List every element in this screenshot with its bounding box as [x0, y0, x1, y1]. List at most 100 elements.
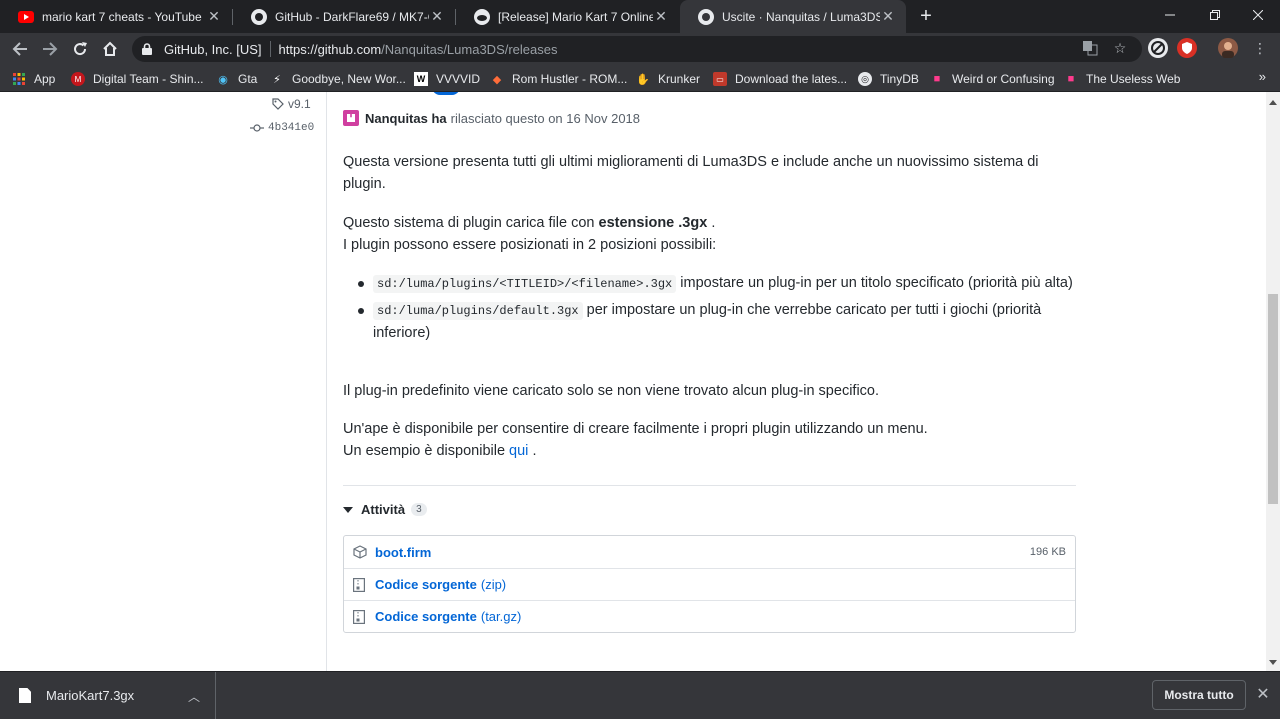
- asset-ext[interactable]: (zip): [481, 577, 506, 592]
- p2-bold: estensione .3gx: [598, 215, 708, 231]
- marvel-icon: M: [71, 72, 85, 86]
- bookmark-star-icon[interactable]: ☆: [1110, 38, 1130, 58]
- bookmark-label: Digital Team - Shin...: [93, 72, 204, 86]
- bookmark-icon: ◉: [218, 73, 228, 86]
- tab-github-mk7[interactable]: GitHub - DarkFlare69 / MK7-Onli ✕: [233, 0, 455, 33]
- asset-row[interactable]: boot.firm 196 KB: [344, 536, 1075, 568]
- shield-extension-icon[interactable]: [1177, 38, 1197, 58]
- asset-row[interactable]: Codice sorgente (tar.gz): [344, 600, 1075, 632]
- scroll-down-icon[interactable]: [1269, 660, 1277, 665]
- bookmarks-overflow-icon[interactable]: »: [1259, 69, 1266, 84]
- author-name[interactable]: Nanquitas ha: [365, 111, 447, 126]
- bookmark-label: Weird or Confusing: [952, 72, 1055, 86]
- bookmark-label: The Useless Web: [1086, 72, 1181, 86]
- p4-after: .: [532, 443, 537, 459]
- bookmark-apps[interactable]: App: [12, 69, 55, 89]
- list-item: sd:/luma/plugins/default.3gx per imposta…: [358, 299, 1073, 344]
- menu-kebab-icon[interactable]: ⋮: [1250, 38, 1270, 58]
- scroll-up-icon[interactable]: [1269, 100, 1277, 105]
- tab-close-icon[interactable]: ✕: [880, 8, 896, 25]
- author-avatar[interactable]: [343, 110, 359, 126]
- back-arrow-icon: [12, 42, 27, 56]
- assets-title: Attività: [361, 502, 406, 517]
- asset-link[interactable]: boot.firm: [375, 545, 431, 560]
- download-item[interactable]: MarioKart7.3gx ︿: [0, 672, 216, 719]
- tab-reddit-release[interactable]: [Release] Mario Kart 7 Online NTR ✕: [456, 0, 679, 33]
- github-icon: [698, 8, 714, 25]
- forward-arrow-icon: [43, 42, 58, 56]
- show-all-downloads-button[interactable]: Mostra tutto: [1152, 680, 1246, 710]
- blocker-extension-icon[interactable]: [1148, 38, 1168, 58]
- bookmark-useless-web[interactable]: ■ The Useless Web: [1064, 69, 1181, 89]
- asset-link[interactable]: Codice sorgente: [375, 609, 477, 624]
- release-notes-p4: Un'ape è disponibile per consentire di c…: [343, 418, 1073, 462]
- home-icon: [103, 41, 117, 56]
- example-link[interactable]: qui: [509, 443, 528, 459]
- release-author-line: Nanquitas ha rilasciato questo on 16 Nov…: [343, 110, 640, 126]
- bookmark-weird[interactable]: ■ Weird or Confusing: [930, 69, 1055, 89]
- tab-youtube[interactable]: mario kart 7 cheats - YouTube ✕: [0, 0, 232, 33]
- tab-close-icon[interactable]: ✕: [429, 8, 445, 25]
- download-shelf: MarioKart7.3gx ︿ Mostra tutto ✕: [0, 671, 1280, 719]
- reload-button[interactable]: [67, 36, 93, 62]
- apps-grid-icon: [12, 72, 26, 86]
- address-bar[interactable]: GitHub, Inc. [US] https://github.com/Nan…: [132, 36, 1142, 62]
- page-scrollbar[interactable]: [1266, 92, 1280, 671]
- bookmark-icon: ■: [1067, 73, 1075, 85]
- restore-icon: [1210, 10, 1220, 20]
- release-commit[interactable]: 4b341e0: [250, 122, 314, 134]
- lock-icon[interactable]: [142, 42, 156, 56]
- back-button[interactable]: [7, 36, 33, 62]
- tab-github-releases[interactable]: Uscite · Nanquitas / Luma3DS · G ✕: [680, 0, 906, 33]
- asset-ext[interactable]: (tar.gz): [481, 609, 521, 624]
- p2-line2: I plugin possono essere posizionati in 2…: [343, 237, 717, 253]
- close-icon[interactable]: ✕: [1254, 684, 1272, 704]
- p2-after: .: [711, 215, 716, 231]
- profile-avatar[interactable]: [1218, 38, 1238, 58]
- home-button[interactable]: [97, 36, 123, 62]
- tab-strip: mario kart 7 cheats - YouTube ✕ GitHub -…: [0, 0, 1280, 33]
- bookmark-label: Gta: [238, 72, 258, 86]
- assets-list: boot.firm 196 KB Codice sorgente (zip) C…: [343, 535, 1076, 633]
- chevron-up-icon[interactable]: ︿: [188, 688, 200, 705]
- bookmark-download-latest[interactable]: ▭ Download the lates...: [713, 69, 847, 89]
- assets-toggle[interactable]: Attività 3: [343, 502, 427, 517]
- commit-hash: 4b341e0: [268, 122, 315, 134]
- tab-close-icon[interactable]: ✕: [653, 8, 669, 25]
- inline-code: sd:/luma/plugins/default.3gx: [373, 302, 583, 320]
- tab-close-icon[interactable]: ✕: [206, 8, 222, 25]
- asset-link[interactable]: Codice sorgente: [375, 577, 477, 592]
- url-host: https://github.com: [278, 41, 382, 57]
- translate-icon[interactable]: [1080, 38, 1100, 58]
- assets-count-badge: 3: [411, 503, 427, 516]
- bookmark-icon: ■: [933, 73, 941, 85]
- scrollbar-thumb[interactable]: [1268, 294, 1278, 504]
- forward-button[interactable]: [37, 36, 63, 62]
- release-tag[interactable]: v9.1: [272, 97, 311, 111]
- bookmark-gta[interactable]: ◉ Gta: [216, 69, 257, 89]
- bookmark-digital-team[interactable]: M Digital Team - Shin...: [71, 69, 204, 89]
- asset-size: 196 KB: [1029, 546, 1066, 558]
- bookmark-krunker[interactable]: ✋ Krunker: [636, 69, 700, 89]
- plugin-locations-list: sd:/luma/plugins/<TITLEID>/<filename>.3g…: [343, 272, 1073, 348]
- new-tab-button[interactable]: +: [915, 4, 937, 28]
- site-identity: GitHub, Inc. [US]: [164, 41, 262, 57]
- bookmark-vvvvid[interactable]: W VVVVID: [414, 69, 480, 89]
- release-title-fragment: [432, 92, 462, 96]
- download-filename: MarioKart7.3gx: [46, 688, 135, 703]
- caret-down-icon: [343, 506, 353, 513]
- bookmark-label: Download the lates...: [735, 72, 848, 86]
- restore-button[interactable]: [1195, 0, 1235, 30]
- asset-row[interactable]: Codice sorgente (zip): [344, 568, 1075, 600]
- file-zip-icon: [353, 577, 367, 592]
- release-notes-p3: Il plug-in predefinito viene caricato so…: [343, 383, 880, 399]
- minimize-button[interactable]: [1150, 0, 1190, 30]
- close-icon: [1253, 10, 1263, 20]
- bookmark-goodbye[interactable]: ⚡ Goodbye, New Wor...: [270, 69, 406, 89]
- bookmark-tinydb[interactable]: ◎ TinyDB: [858, 69, 919, 89]
- p4-line2: Un esempio è disponibile: [343, 443, 506, 459]
- close-window-button[interactable]: [1238, 0, 1278, 30]
- tag-icon: [272, 98, 284, 110]
- bookmark-rom-hustler[interactable]: ◆ Rom Hustler - ROM...: [490, 69, 628, 89]
- bookmark-label: Krunker: [658, 72, 701, 86]
